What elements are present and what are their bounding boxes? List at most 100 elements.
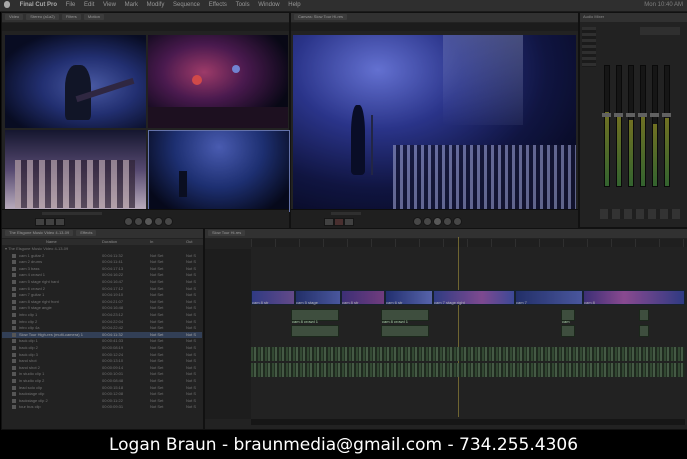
- browser-clip-row[interactable]: intro clip 4a 00:04:22:42 Not Set Not S: [2, 325, 202, 331]
- fader-4[interactable]: [638, 113, 647, 117]
- multiclip-angle-crowd[interactable]: [5, 130, 146, 210]
- fader-3[interactable]: [626, 113, 635, 117]
- viewer-tab-motion[interactable]: Motion: [83, 14, 104, 20]
- browser-clip-row[interactable]: Slow Tour High-res (multi-camera) 1 00:04…: [2, 331, 202, 338]
- browser-clip-row[interactable]: cam 5 stage right hard 00:04:16:47 Not Set…: [2, 279, 202, 285]
- timeline-sequence-tab[interactable]: Slow Tour Hi-res: [208, 230, 246, 236]
- audio-clip-6[interactable]: [381, 325, 429, 337]
- menu-edit[interactable]: Edit: [84, 0, 94, 11]
- browser-clip-row[interactable]: back clip 1 00:00:41:33 Not Set Not S: [2, 338, 202, 344]
- audio-clip-5[interactable]: [291, 325, 339, 337]
- music-track-waveform-1[interactable]: [251, 347, 685, 361]
- browser-clip-row[interactable]: tour bus clip 00:00:09:31 Not Set Not S: [2, 404, 202, 410]
- browser-clip-row[interactable]: cam 1 guitar 2 00:04:11:32 Not Set Not S: [2, 253, 202, 259]
- canvas-play-around-button[interactable]: [443, 217, 452, 226]
- browser-clip-row[interactable]: cam 9 stage angle 00:04:16:48 Not Set Not S: [2, 305, 202, 311]
- canvas-prev-edit-button[interactable]: [413, 217, 422, 226]
- menu-app-name[interactable]: Final Cut Pro: [20, 0, 57, 11]
- browser-clip-row[interactable]: cam 6 crowd 2 00:04:17:12 Not Set Not S: [2, 286, 202, 292]
- canvas-play-button[interactable]: [433, 217, 442, 226]
- browser-clip-row[interactable]: back clip 2 00:00:08:19 Not Set Not S: [2, 345, 202, 351]
- multiclip-angle-wide[interactable]: [148, 130, 290, 212]
- browser-project-tab[interactable]: The Elsgone Music Video 4-13-09: [5, 230, 74, 236]
- canvas-scrubber[interactable]: [331, 212, 361, 215]
- browser-clip-row[interactable]: in studio clip 1 00:00:10:01 Not Set Not S: [2, 371, 202, 377]
- menu-view[interactable]: View: [103, 0, 116, 11]
- multiclip-angle-stage[interactable]: [148, 35, 288, 128]
- music-track-waveform-2[interactable]: [251, 363, 685, 377]
- browser-clip-row[interactable]: intro clip 1 00:04:23:12 Not Set Not S: [2, 312, 202, 318]
- browser-clip-row[interactable]: band shot 2 00:00:09:14 Not Set Not S: [2, 365, 202, 371]
- browser-clip-row[interactable]: backstage clip 2 00:00:11:22 Not Set Not S: [2, 398, 202, 404]
- viewer-play-in-out-button[interactable]: [134, 217, 143, 226]
- video-clip-5[interactable]: cam 7 stage right: [433, 290, 515, 305]
- column-out[interactable]: Out: [186, 239, 192, 245]
- viewer-mark-out-button[interactable]: [45, 218, 55, 226]
- viewer-next-edit-button[interactable]: [164, 217, 173, 226]
- video-clip-3[interactable]: cam 8 str: [341, 290, 385, 305]
- browser-clip-row[interactable]: cam 4 crowd 1 00:04:16:22 Not Set Not S: [2, 272, 202, 278]
- video-clip-7[interactable]: cam 8: [583, 290, 685, 305]
- mixer-view-buttons[interactable]: [640, 27, 680, 35]
- disclosure-triangle-icon[interactable]: ▾: [5, 246, 7, 251]
- column-in[interactable]: In: [150, 239, 153, 245]
- canvas-next-edit-button[interactable]: [453, 217, 462, 226]
- viewer-play-around-button[interactable]: [154, 217, 163, 226]
- audio-clip-8[interactable]: [639, 325, 649, 337]
- timeline-ruler[interactable]: [251, 239, 687, 247]
- canvas-marker-button[interactable]: [344, 218, 354, 226]
- menu-tools[interactable]: Tools: [236, 0, 250, 11]
- menu-effects[interactable]: Effects: [209, 0, 227, 11]
- menu-sequence[interactable]: Sequence: [173, 0, 200, 11]
- browser-clip-row[interactable]: in studio clip 2 00:00:08:48 Not Set Not S: [2, 378, 202, 384]
- viewer-mark-in-button[interactable]: [35, 218, 45, 226]
- browser-clip-row[interactable]: band shot 00:00:13:10 Not Set Not S: [2, 358, 202, 364]
- column-duration[interactable]: Duration: [102, 239, 117, 245]
- audio-clip-3[interactable]: cam: [561, 309, 575, 324]
- audio-clip-2[interactable]: cam 8 crowd 1: [381, 309, 429, 324]
- browser-root-row[interactable]: ▾ The Elsgone Music Video 4-13-09: [2, 246, 202, 252]
- video-clip-6[interactable]: cam 7: [515, 290, 583, 305]
- canvas-video-frame[interactable]: [293, 35, 576, 209]
- multiclip-angle-guitar[interactable]: [5, 35, 146, 128]
- viewer-scrubber[interactable]: [42, 212, 102, 215]
- viewer-play-button[interactable]: [144, 217, 153, 226]
- fader-5[interactable]: [650, 113, 659, 117]
- fader-2[interactable]: [614, 113, 623, 117]
- menu-window[interactable]: Window: [258, 0, 279, 11]
- browser-clip-row[interactable]: backstage clip 00:00:12:08 Not Set Not S: [2, 391, 202, 397]
- viewer-marker-button[interactable]: [55, 218, 65, 226]
- menu-help[interactable]: Help: [288, 0, 300, 11]
- browser-clip-row[interactable]: intro clip 2 00:04:22:04 Not Set Not S: [2, 319, 202, 325]
- browser-clip-row[interactable]: cam 3 bass 00:04:17:13 Not Set Not S: [2, 266, 202, 272]
- fader-1[interactable]: [602, 113, 611, 117]
- browser-clip-row[interactable]: cam 7 guitar 1 00:04:19:10 Not Set Not S: [2, 292, 202, 298]
- browser-clip-row[interactable]: back clip 3 00:00:12:24 Not Set Not S: [2, 352, 202, 358]
- timeline-scrollbar[interactable]: [251, 419, 685, 425]
- video-clip-2[interactable]: cam 5 stage: [295, 290, 341, 305]
- viewer-prev-edit-button[interactable]: [124, 217, 133, 226]
- audio-clip-4[interactable]: [639, 309, 649, 321]
- browser-clip-row[interactable]: cam 8 stage right front 00:04:21:07 Not Se…: [2, 299, 202, 305]
- canvas-play-in-out-button[interactable]: [423, 217, 432, 226]
- audio-clip-7[interactable]: [561, 325, 575, 337]
- menu-file[interactable]: File: [66, 0, 76, 11]
- mixer-mute-solo-row[interactable]: [600, 209, 680, 219]
- column-name[interactable]: Name: [46, 239, 57, 245]
- fader-6[interactable]: [662, 113, 671, 117]
- audio-clip-1[interactable]: cam 8 crowd 1: [291, 309, 339, 324]
- browser-effects-tab[interactable]: Effects: [76, 230, 97, 236]
- canvas-mark-in-button[interactable]: [324, 218, 334, 226]
- menu-mark[interactable]: Mark: [125, 0, 138, 11]
- viewer-tab-stereo[interactable]: Stereo (a1a2): [26, 14, 59, 20]
- menu-modify[interactable]: Modify: [147, 0, 165, 11]
- canvas-mark-out-button[interactable]: [334, 218, 344, 226]
- browser-clip-row[interactable]: lead solo clip 00:00:15:18 Not Set Not S: [2, 385, 202, 391]
- viewer-tab-video[interactable]: Video: [5, 14, 24, 20]
- browser-clip-row[interactable]: cam 2 drums 00:04:11:41 Not Set Not S: [2, 259, 202, 265]
- viewer-tab-filters[interactable]: Filters: [61, 14, 81, 20]
- video-clip-1[interactable]: cam 8 str: [251, 290, 295, 305]
- mic-stand: [371, 115, 373, 175]
- video-clip-4[interactable]: cam 6 str: [385, 290, 433, 305]
- apple-icon[interactable]: [4, 0, 10, 8]
